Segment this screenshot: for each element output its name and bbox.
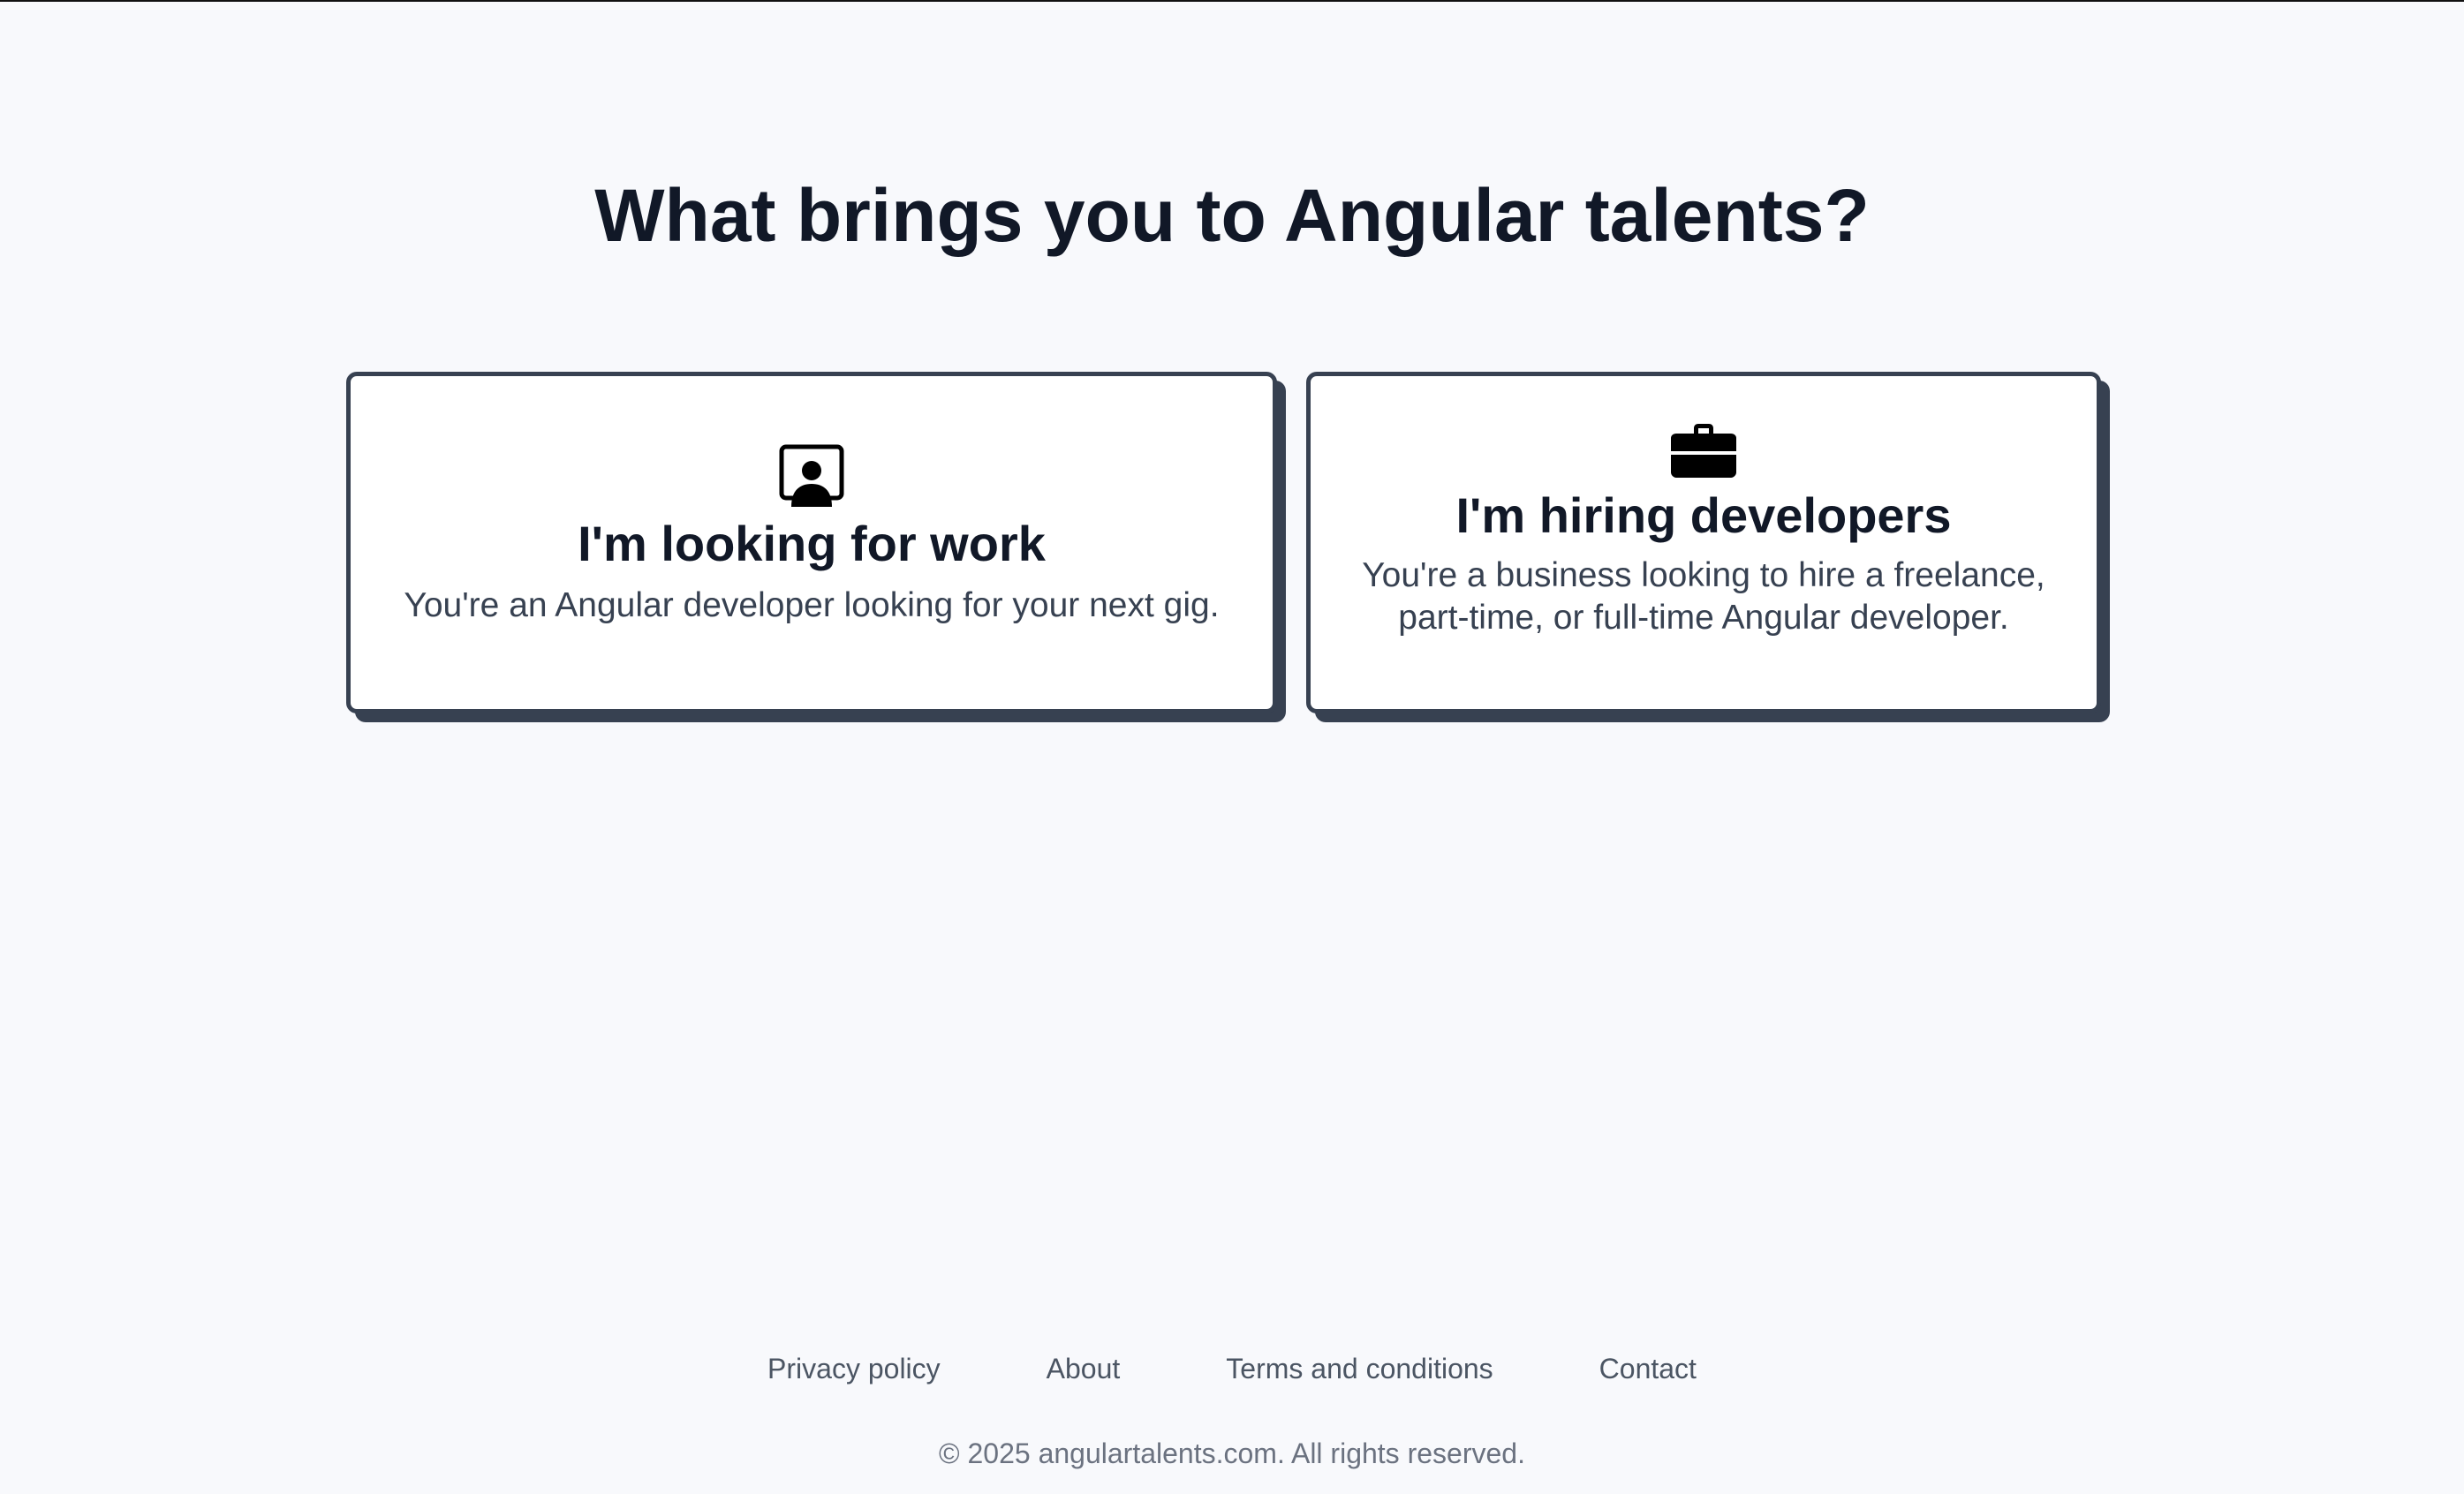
- looking-for-work-description: You're an Angular developer looking for …: [404, 586, 1220, 624]
- looking-for-work-card[interactable]: I'm looking for work You're an Angular d…: [346, 372, 1277, 713]
- page-title: What brings you to Angular talents?: [594, 174, 1870, 257]
- hiring-developers-heading: I'm hiring developers: [1455, 487, 1952, 543]
- looking-for-work-heading: I'm looking for work: [578, 516, 1046, 571]
- hiring-developers-description: You're a business looking to hire a free…: [1362, 556, 2045, 637]
- footer-nav: Privacy policy About Terms and condition…: [0, 1349, 2464, 1388]
- briefcase-icon: [1671, 424, 1736, 478]
- copyright-text: © 2025 angulartalents.com. All rights re…: [939, 1437, 1525, 1469]
- person-screen-icon: [779, 444, 844, 507]
- privacy-policy-link[interactable]: Privacy policy: [767, 1349, 941, 1388]
- terms-and-conditions-link[interactable]: Terms and conditions: [1226, 1349, 1493, 1388]
- about-link[interactable]: About: [1047, 1349, 1121, 1388]
- hiring-developers-card[interactable]: I'm hiring developers You're a business …: [1306, 372, 2101, 713]
- contact-link[interactable]: Contact: [1599, 1349, 1697, 1388]
